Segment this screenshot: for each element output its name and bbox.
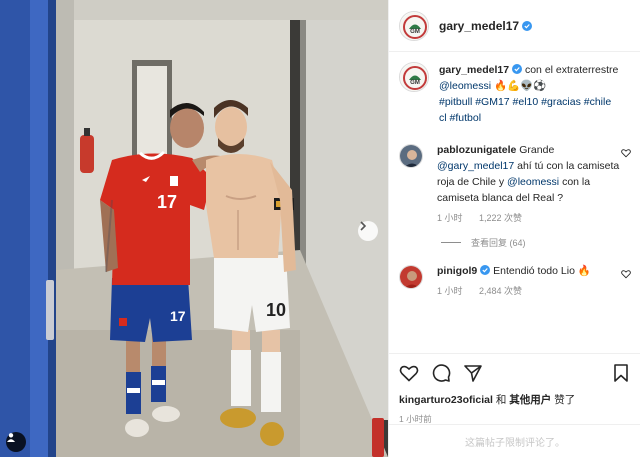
post-photo: 17 17 10 <box>0 0 388 457</box>
post-header: GM gary_medel17 <box>389 0 640 52</box>
comment-time[interactable]: 1 小时 <box>437 286 463 296</box>
share-paper-plane-icon[interactable] <box>463 363 483 383</box>
likes-suffix: 赞了 <box>554 394 576 406</box>
comment-likes[interactable]: 2,484 次赞 <box>479 286 522 296</box>
photo-illustration: 17 17 10 <box>0 0 388 457</box>
svg-text:GM: GM <box>410 29 420 35</box>
svg-text:10: 10 <box>266 300 286 320</box>
other-likers-link[interactable]: 其他用户 <box>509 394 551 406</box>
caption-text: con el extraterrestre <box>524 64 619 76</box>
comment-username[interactable]: pablozunigatele <box>437 144 516 156</box>
save-bookmark-icon[interactable] <box>611 363 631 383</box>
comment-emoji: 🔥 <box>577 265 591 277</box>
author-avatar[interactable]: GM <box>399 62 429 92</box>
user-icon <box>7 433 15 442</box>
replies-divider <box>441 242 461 243</box>
like-heart-icon[interactable] <box>399 363 419 383</box>
verified-badge-icon <box>522 20 533 31</box>
tagged-users-button[interactable] <box>6 432 26 452</box>
likes-summary: kingarturo23oficial 和 其他用户 赞了 <box>399 392 631 407</box>
author-avatar-image: GM <box>400 63 428 91</box>
author-username[interactable]: gary_medel17 <box>439 19 519 33</box>
verified-badge-icon <box>480 265 491 275</box>
comment-meta: 1 小时 2,484 次赞 <box>437 283 621 299</box>
like-comment-heart-icon[interactable] <box>621 269 631 279</box>
comment-time[interactable]: 1 小时 <box>437 213 463 223</box>
commenter-avatar[interactable] <box>399 144 423 168</box>
liker-username[interactable]: kingarturo23oficial <box>399 394 493 406</box>
like-comment-heart-icon[interactable] <box>621 148 631 158</box>
comment-text: Entendió todo Lio <box>493 265 575 277</box>
comment-mention[interactable]: @gary_medel17 <box>437 160 514 172</box>
comment: pablozunigatele Grande @gary_medel17 ahí… <box>389 142 640 226</box>
view-replies[interactable]: 查看回复 (64) <box>441 236 640 249</box>
commenter-avatar-image <box>400 145 422 167</box>
svg-text:GM: GM <box>410 80 420 86</box>
verified-badge-icon <box>512 64 523 74</box>
caption-emoji: 🔥💪👽⚽ <box>494 80 547 92</box>
author-avatar-image: GM <box>400 11 428 40</box>
caption: GM gary_medel17 con el extraterrestre @l… <box>389 62 640 126</box>
post-sidebar: GM gary_medel17 GM gary_medel17 con el e… <box>388 0 640 457</box>
caption-hashtags-line2[interactable]: cl #futbol <box>439 112 481 124</box>
caption-hashtags[interactable]: #pitbull #GM17 #el10 #gracias #chile <box>439 96 611 108</box>
likes-connector: 和 <box>495 394 507 406</box>
commenter-avatar-image <box>400 266 422 288</box>
chevron-right-icon <box>360 221 367 231</box>
view-replies-label[interactable]: 查看回复 (64) <box>471 236 526 249</box>
svg-text:17: 17 <box>170 308 186 324</box>
comment: pinigol9 Entendió todo Lio 🔥 1 小时 2,484 … <box>389 263 640 299</box>
commenter-avatar[interactable] <box>399 265 423 289</box>
comment-meta: 1 小时 1,222 次赞 <box>437 210 621 226</box>
next-image-button[interactable] <box>358 221 378 241</box>
post-actions: kingarturo23oficial 和 其他用户 赞了 1 小时前 <box>389 353 640 425</box>
author-avatar[interactable]: GM <box>399 10 429 41</box>
comments-list: GM gary_medel17 con el extraterrestre @l… <box>389 62 640 299</box>
comment-username[interactable]: pinigol9 <box>437 265 477 277</box>
comment-bubble-icon[interactable] <box>431 363 451 383</box>
comment-text: Grande <box>519 144 555 156</box>
caption-mention[interactable]: @leomessi <box>439 80 491 92</box>
action-icons <box>399 362 631 384</box>
comment-likes[interactable]: 1,222 次赞 <box>479 213 522 223</box>
svg-text:17: 17 <box>157 192 177 212</box>
caption-username[interactable]: gary_medel17 <box>439 64 509 76</box>
comment-mention[interactable]: @leomessi <box>507 176 559 188</box>
comments-closed-notice: 这篇帖子限制评论了。 <box>389 424 640 457</box>
